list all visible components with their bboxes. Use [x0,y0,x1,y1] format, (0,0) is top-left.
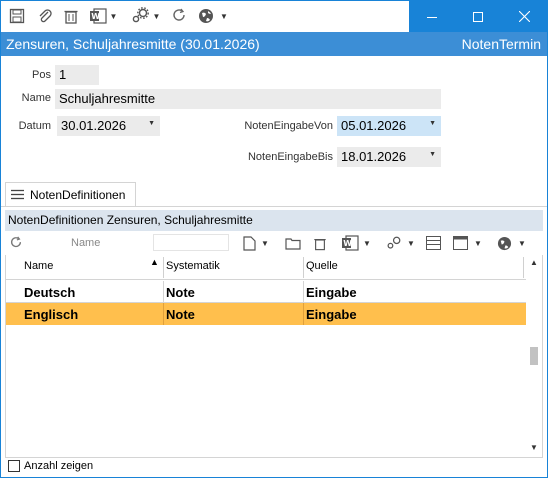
cell-quelle: Eingabe [306,285,357,300]
column-divider[interactable] [303,257,304,278]
pos-value: 1 [59,67,67,82]
scroll-up-icon[interactable]: ▲ [530,258,538,267]
settings-icon[interactable]: ▼ [127,6,163,26]
list-icon [11,189,24,200]
cell-divider [163,303,164,325]
cell-systematik: Note [166,285,195,300]
chevron-down-icon[interactable]: ▼ [153,12,161,21]
column-header-quelle[interactable]: Quelle [306,260,338,272]
attach-icon[interactable] [35,6,55,26]
tab-notendefinitionen[interactable]: NotenDefinitionen [5,182,136,206]
name-field[interactable]: Schuljahresmitte [55,89,441,109]
svg-text:W: W [343,239,352,248]
svg-text:W: W [91,12,100,21]
cell-divider [303,281,304,303]
chevron-down-icon[interactable]: ▼ [429,120,436,127]
pos-field[interactable]: 1 [55,65,99,85]
cell-divider [163,281,164,303]
new-document-icon[interactable]: ▼ [243,234,269,252]
form-type-title: NotenTermin [461,36,541,52]
folder-icon[interactable] [285,234,301,252]
sort-asc-icon: ▲ [150,257,159,267]
column-divider[interactable] [523,257,524,278]
minimize-icon[interactable] [409,1,455,32]
globe-icon[interactable]: ▼ [195,6,231,26]
chevron-down-icon[interactable]: ▼ [261,239,269,248]
chevron-down-icon[interactable]: ▼ [148,120,155,127]
chevron-down-icon[interactable]: ▼ [518,239,526,248]
cell-name: Englisch [24,307,79,322]
chevron-down-icon[interactable]: ▼ [429,151,436,158]
column-divider[interactable] [163,257,164,278]
cell-systematik: Note [166,307,195,322]
column-header-name[interactable]: Name [24,260,53,272]
maximize-icon[interactable] [455,1,501,32]
name-filter-label: Name [71,237,101,249]
column-header-systematik[interactable]: Systematik [166,260,220,272]
columns-icon[interactable] [426,234,441,252]
chevron-down-icon[interactable]: ▼ [474,239,482,248]
datum-field[interactable]: 30.01.2026 ▼ [57,116,160,136]
notenEingabeBis-value: 18.01.2026 [341,149,407,164]
form-title: Zensuren, Schuljahresmitte (30.01.2026) [6,36,260,52]
table-row-selected[interactable]: Englisch Note Eingabe [6,303,527,325]
app-window: W ▼ ▼ ▼ Zensuren, Schuljahresmitte (30.0… [0,0,548,478]
globe-icon[interactable]: ▼ [497,234,526,252]
notenEingabeBis-field[interactable]: 18.01.2026 ▼ [337,147,441,167]
window-controls [409,1,547,32]
cell-divider [303,303,304,325]
name-label: Name [21,92,51,104]
delete-icon[interactable] [61,6,81,26]
chevron-down-icon[interactable]: ▼ [407,239,415,248]
refresh-icon[interactable] [9,234,23,252]
chevron-down-icon[interactable]: ▼ [220,12,228,21]
cell-name: Deutsch [24,285,76,300]
anzahl-zeigen-label: Anzahl zeigen [24,460,94,472]
pos-label: Pos [32,69,51,81]
tab-label: NotenDefinitionen [30,187,126,202]
save-icon[interactable] [7,6,27,26]
cell-quelle: Eingabe [306,307,357,322]
layout-icon[interactable]: ▼ [453,234,482,252]
title-bar: W ▼ ▼ ▼ [1,1,547,32]
name-filter-input[interactable] [153,234,229,251]
subgrid-title: NotenDefinitionen Zensuren, Schuljahresm… [5,210,543,231]
table-row[interactable]: Deutsch Note Eingabe [6,281,527,303]
word-export-icon[interactable]: W ▼ [87,6,119,26]
scrollbar-thumb[interactable] [530,347,538,365]
datum-value: 30.01.2026 [61,118,127,133]
notenEingabeBis-label: NotenEingabeBis [247,151,333,163]
grid-header: Name ▲ Systematik Quelle [6,255,527,280]
word-export-icon[interactable]: W ▼ [341,234,371,252]
name-value: Schuljahresmitte [59,91,156,106]
delete-icon[interactable] [313,234,327,252]
grid-toolbar: Name ▼ W ▼ ▼ ▼ ▼ [5,231,543,255]
notenEingabeVon-label: NotenEingabeVon [244,120,333,132]
vertical-scrollbar[interactable]: ▲ ▼ [526,255,542,456]
notenEingabeVon-field[interactable]: 05.01.2026 ▼ [337,116,441,136]
anzahl-zeigen-option[interactable]: Anzahl zeigen [8,460,93,472]
refresh-icon[interactable] [169,6,189,26]
anzahl-zeigen-checkbox[interactable] [8,460,20,472]
notendefinitionen-grid: Name ▲ Systematik Quelle Deutsch Note Ei… [5,255,543,458]
chevron-down-icon[interactable]: ▼ [363,239,371,248]
tab-divider [1,206,547,207]
settings-icon[interactable]: ▼ [385,234,415,252]
scroll-down-icon[interactable]: ▼ [530,443,538,452]
close-icon[interactable] [501,1,547,32]
chevron-down-icon[interactable]: ▼ [110,12,118,21]
datum-label: Datum [18,120,51,132]
notenEingabeVon-value: 05.01.2026 [341,118,407,133]
form-header: Zensuren, Schuljahresmitte (30.01.2026) … [1,32,547,56]
